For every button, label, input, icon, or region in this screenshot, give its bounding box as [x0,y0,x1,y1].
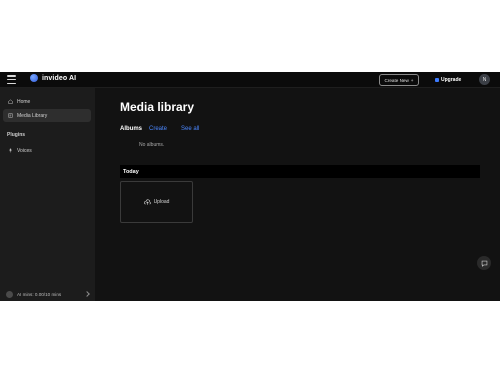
sidebar-item-voices[interactable]: Voices [3,144,91,157]
app-window: invideo AI Create New + Upgrade N Home M… [0,72,500,301]
chat-support-button[interactable] [477,256,491,270]
chevron-right-icon [84,291,90,297]
today-section-header: Today [120,165,480,178]
sidebar-item-label: Home [17,98,31,105]
invideo-logo-icon [30,74,38,82]
sidebar-item-label: Media Library [17,112,48,119]
upgrade-label: Upgrade [441,77,462,83]
top-bar: invideo AI Create New + Upgrade N [0,72,500,88]
see-all-albums-link[interactable]: See all [181,126,199,132]
create-album-link[interactable]: Create [149,126,167,132]
plus-icon: + [410,77,414,83]
plugins-section-label: Plugins [7,132,26,138]
no-albums-message: No albums. [139,142,165,148]
sidebar: Home Media Library Plugins Voices AI min… [0,88,95,301]
create-new-label: Create New [384,77,409,83]
upload-button[interactable]: Upload [120,181,193,223]
brand-logo[interactable]: invideo AI [30,74,76,82]
create-new-button[interactable]: Create New + [379,74,419,86]
sidebar-item-label: Voices [17,147,32,154]
sidebar-item-home[interactable]: Home [3,95,91,108]
usage-text: AI mins: 0.00/10 mins [17,292,62,297]
brand-name: invideo AI [42,74,77,82]
upload-label: Upload [153,199,170,205]
sidebar-item-media-library[interactable]: Media Library [3,109,91,122]
upgrade-button[interactable]: Upgrade [431,74,465,86]
hamburger-menu-icon[interactable] [7,75,16,84]
microphone-icon [9,148,12,153]
albums-row: Albums Create See all [120,126,199,132]
home-icon [8,99,13,104]
main-content: Media library Albums Create See all No a… [95,88,500,301]
avatar[interactable]: N [479,74,490,85]
page-title: Media library [120,100,195,114]
usage-icon [6,291,13,298]
ai-minutes-usage[interactable]: AI mins: 0.00/10 mins [6,290,92,299]
media-library-icon [8,113,13,118]
chat-bubble-icon [481,260,487,267]
albums-label: Albums [120,126,143,132]
upgrade-icon [435,78,439,82]
cloud-upload-icon [143,199,151,205]
